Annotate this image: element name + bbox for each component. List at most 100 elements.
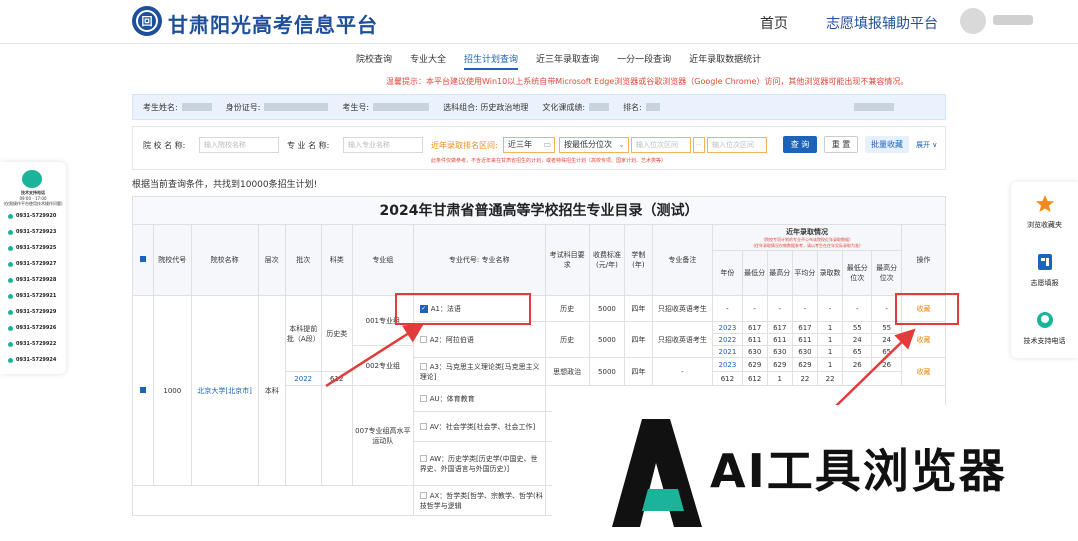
category-cell: 历史类 bbox=[320, 295, 353, 372]
phone-icon bbox=[8, 357, 13, 363]
major-cell[interactable]: A3：马克思主义理论类[马克思主义理论] bbox=[412, 357, 546, 386]
user-name-masked[interactable] bbox=[993, 15, 1033, 25]
favorites-shortcut[interactable]: 浏览收藏夹 bbox=[1011, 194, 1078, 230]
row-checkbox[interactable] bbox=[139, 386, 146, 393]
history-cell: - bbox=[712, 295, 743, 322]
form-icon bbox=[1037, 254, 1052, 270]
support-phone-panel: 技术支持电话 09:00 - 17:00 (仅限操作平台使用技术操作问题) 09… bbox=[0, 162, 66, 374]
year-select[interactable]: 近三年 ▭ bbox=[503, 137, 555, 153]
user-avatar[interactable] bbox=[960, 8, 986, 34]
history-cell: 65 bbox=[842, 345, 873, 358]
phone-number: 0931-5729921 bbox=[16, 293, 57, 299]
major-cell[interactable]: AW：历史学类[历史学(中国史、世界史、外国语言与外国历史)] bbox=[412, 441, 546, 486]
checkbox-icon[interactable] bbox=[419, 363, 427, 370]
phone-number: 0931-5729923 bbox=[16, 229, 57, 235]
major-cell[interactable]: AU：体育教育 bbox=[412, 385, 546, 412]
query-button[interactable]: 查 询 bbox=[783, 136, 817, 153]
support-shortcut[interactable]: 技术支持电话 bbox=[1011, 310, 1078, 346]
phone-icon bbox=[8, 245, 13, 251]
favorite-link[interactable]: 收藏 bbox=[900, 357, 947, 386]
major-name-input[interactable]: 输入专业名称 bbox=[343, 137, 423, 153]
phone-number: 0931-5729928 bbox=[16, 277, 57, 283]
phone-icon bbox=[8, 325, 13, 331]
score-label: 文化课成绩: bbox=[542, 102, 586, 112]
expand-toggle[interactable]: 展开 ∨ bbox=[916, 140, 937, 150]
batch-favorite-button[interactable]: 批量收藏 bbox=[865, 136, 909, 153]
major-cell[interactable]: AX：哲学类[哲学、宗教学、哲学(科技哲学与逻辑 bbox=[412, 485, 546, 516]
apply-shortcut[interactable]: 志愿填报 bbox=[1011, 252, 1078, 288]
phone-item[interactable]: 0931-5729920 bbox=[8, 213, 56, 219]
phone-item[interactable]: 0931-5729929 bbox=[8, 309, 56, 315]
history-cell: 26 bbox=[842, 357, 873, 372]
phone-icon bbox=[8, 341, 13, 347]
highlight-box-major bbox=[395, 293, 531, 325]
checkbox-icon[interactable] bbox=[419, 336, 427, 343]
checkbox-icon[interactable] bbox=[419, 492, 427, 499]
reset-button[interactable]: 重 置 bbox=[824, 136, 858, 153]
col-header: 操作 bbox=[900, 224, 947, 296]
phone-icon bbox=[8, 213, 13, 219]
nav-aux-platform-link[interactable]: 志愿填报辅助平台 bbox=[826, 13, 938, 33]
masked-value bbox=[373, 103, 430, 111]
phone-item[interactable]: 0931-5729923 bbox=[8, 229, 56, 235]
row-select-cell[interactable] bbox=[132, 295, 154, 486]
phone-number: 0931-5729924 bbox=[16, 357, 57, 363]
phone-item[interactable]: 0931-5729927 bbox=[8, 261, 56, 267]
sort-select[interactable]: 按最低分位次 ⌄ bbox=[559, 137, 629, 153]
major-cell[interactable]: A2：阿拉伯语 bbox=[412, 321, 546, 358]
rank-range-label: 近年录取排名区间: bbox=[431, 141, 498, 150]
history-cell: 24 bbox=[842, 333, 873, 346]
history-cell: 617 bbox=[766, 321, 793, 334]
phone-item[interactable]: 0931-5729928 bbox=[8, 277, 56, 283]
platform-title[interactable]: 甘肃阳光高考信息平台 bbox=[168, 9, 378, 38]
nav-home-link[interactable]: 首页 bbox=[760, 13, 788, 33]
tab-three-year-admission[interactable]: 近三年录取查询 bbox=[536, 52, 599, 70]
select-all-cell[interactable] bbox=[132, 224, 154, 296]
col-header: 考试科目要求 bbox=[544, 224, 590, 296]
history-cell: 22 bbox=[791, 371, 819, 386]
tab-admission-stats[interactable]: 近年录取数据统计 bbox=[689, 52, 761, 70]
rank-from-input[interactable]: 输入位次区间 bbox=[631, 137, 691, 153]
school-name-input[interactable]: 输入院校名称 bbox=[199, 137, 279, 153]
tab-school-query[interactable]: 院校查询 bbox=[356, 52, 392, 70]
chevron-down-icon: ⌄ bbox=[618, 140, 625, 149]
platform-logo[interactable]: 回 bbox=[132, 6, 162, 36]
req-cell: 历史 bbox=[544, 295, 590, 322]
major-cell[interactable]: AV：社会学类[社会学、社会工作] bbox=[412, 411, 546, 442]
phone-item[interactable]: 0931-5729926 bbox=[8, 325, 56, 331]
favorite-link[interactable]: 收藏 bbox=[900, 321, 947, 358]
history-cell: 1 bbox=[766, 371, 793, 386]
sub-header: 年份 bbox=[712, 250, 743, 296]
sort-select-value: 按最低分位次 bbox=[564, 140, 612, 149]
calendar-icon: ▭ bbox=[543, 140, 551, 149]
col-header: 批次 bbox=[284, 224, 322, 296]
select-all-checkbox[interactable] bbox=[139, 256, 146, 262]
phone-item[interactable]: 0931-5729922 bbox=[8, 341, 56, 347]
phone-item[interactable]: 0931-5729924 bbox=[8, 357, 56, 363]
checkbox-icon[interactable] bbox=[419, 395, 427, 402]
school-level: 本科 bbox=[257, 295, 286, 486]
phone-icon bbox=[8, 261, 13, 267]
rank-to-input[interactable]: 输入位次区间 bbox=[707, 137, 767, 153]
phone-number: 0931-5729926 bbox=[16, 325, 57, 331]
history-cell: 617 bbox=[791, 321, 819, 334]
tab-enrollment-plan[interactable]: 招生计划查询 bbox=[464, 52, 519, 70]
browser-notice: 温馨提示：本平台建议使用Win10以上系统自带Microsoft Edge浏览器… bbox=[386, 77, 909, 86]
tab-score-rank[interactable]: 一分一段查询 bbox=[617, 52, 671, 70]
history-year: 2022 bbox=[712, 333, 743, 346]
history-cell: 630 bbox=[766, 345, 793, 358]
col-header: 层次 bbox=[257, 224, 286, 296]
sub-header: 最高分 bbox=[766, 250, 793, 296]
history-cell: 629 bbox=[791, 357, 819, 372]
checkbox-icon[interactable] bbox=[419, 455, 427, 462]
checkbox-icon[interactable] bbox=[419, 423, 427, 430]
tab-major-list[interactable]: 专业大全 bbox=[410, 52, 446, 70]
history-cell: - bbox=[766, 295, 793, 322]
exam-no-label: 考生号: bbox=[342, 102, 370, 112]
headset-icon bbox=[1036, 312, 1053, 328]
major-name: A2：阿拉伯语 bbox=[429, 335, 474, 344]
history-year: 2021 bbox=[712, 345, 743, 358]
phone-item[interactable]: 0931-5729921 bbox=[8, 293, 56, 299]
school-name-link[interactable]: 北京大学[北京市] bbox=[190, 295, 259, 486]
phone-item[interactable]: 0931-5729925 bbox=[8, 245, 56, 251]
